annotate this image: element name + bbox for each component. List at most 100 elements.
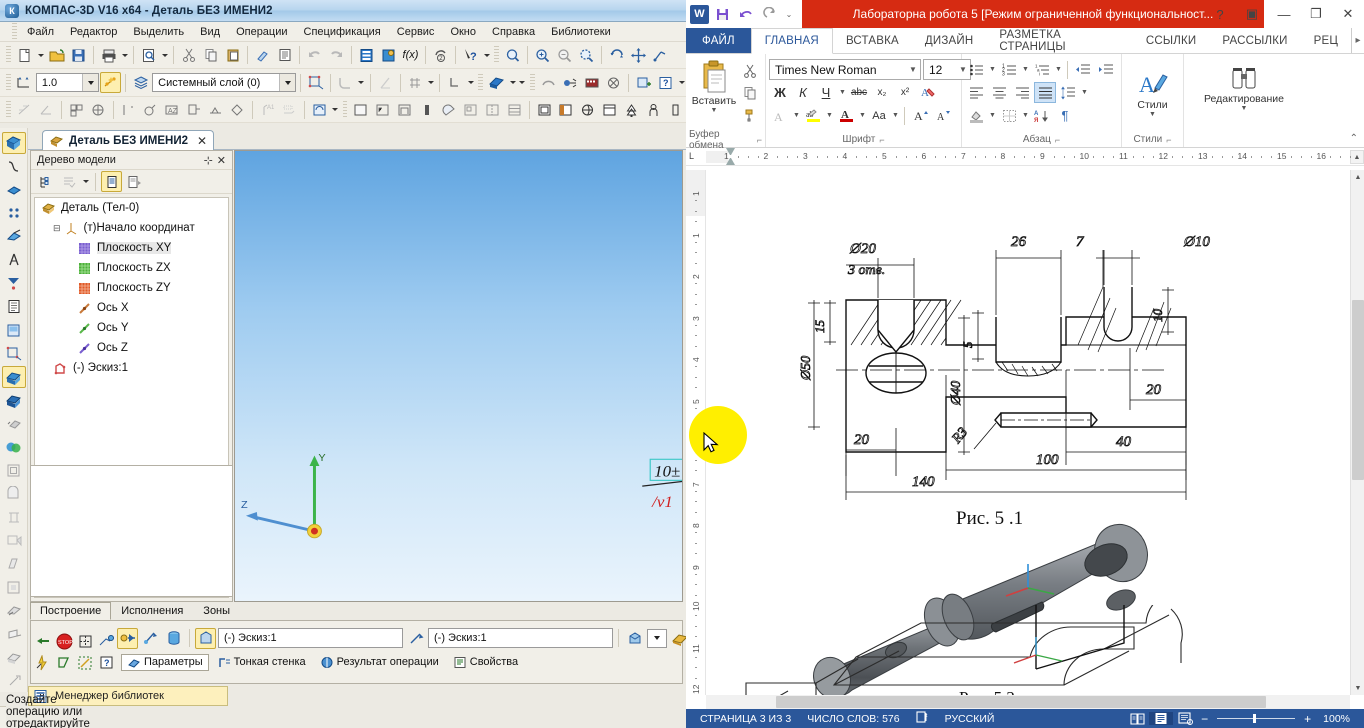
borders-dropdown[interactable]: ▼ — [1021, 105, 1030, 126]
minimize-button[interactable]: — — [1268, 0, 1300, 28]
font-dialog-launcher[interactable]: ⌐ — [879, 135, 884, 145]
zoom-in-button[interactable] — [532, 45, 553, 66]
editing-dropdown-arrow[interactable]: ▼ — [1241, 105, 1248, 112]
shading-dropdown[interactable]: ▼ — [988, 105, 997, 126]
scroll-up-arrow[interactable]: ▲ — [1351, 170, 1364, 184]
refresh-view-button[interactable] — [309, 99, 330, 120]
tree-item-part[interactable]: Деталь (Тел-0) — [35, 198, 228, 218]
paragraph-dialog-launcher[interactable]: ⌐ — [1055, 135, 1060, 145]
ribbon-display-options-button[interactable]: ▣ — [1236, 0, 1268, 28]
extrude-type-dropdown[interactable] — [647, 628, 667, 648]
tool-array-icon[interactable] — [2, 459, 26, 481]
grow-font-icon[interactable]: A — [909, 105, 931, 126]
line-spacing-icon[interactable] — [1057, 82, 1079, 103]
copy-button[interactable] — [200, 45, 221, 66]
paste-button[interactable]: Вставить ▼ — [689, 58, 739, 114]
highlight-dropdown[interactable]: ▼ — [825, 105, 834, 126]
increase-indent-icon[interactable] — [1095, 59, 1117, 80]
help-button[interactable]: ? — [96, 653, 116, 673]
tree-button[interactable] — [621, 99, 642, 120]
borders-icon[interactable] — [998, 105, 1020, 126]
sketch-field-2[interactable]: (-) Эскиз:1 — [428, 628, 613, 648]
tree-item-axis-z[interactable]: Ось Z — [35, 338, 228, 358]
print-button[interactable] — [98, 45, 119, 66]
scroll-up-button[interactable]: ▲ — [1350, 150, 1364, 164]
tool-boolean-icon[interactable] — [2, 436, 26, 458]
orientation-button[interactable] — [650, 45, 671, 66]
tool-draft-icon[interactable] — [2, 553, 26, 575]
tree-structure-button[interactable] — [35, 171, 56, 192]
status-language[interactable]: РУССКИЙ — [937, 713, 1003, 725]
tab-references[interactable]: ССЫЛКИ — [1133, 28, 1210, 53]
close-icon[interactable]: ✕ — [217, 154, 229, 167]
tool-macro-icon[interactable] — [2, 670, 26, 692]
sketch-select-button-1[interactable] — [195, 627, 216, 649]
text-effects-dropdown[interactable]: ▼ — [792, 105, 801, 126]
fillet-dropdown[interactable] — [357, 73, 366, 93]
redo-icon[interactable] — [759, 3, 781, 25]
chamfer-button[interactable] — [375, 72, 396, 93]
font-name-combo[interactable]: Times New Roman ▼ — [769, 59, 921, 80]
tree-item-axis-y[interactable]: Ось Y — [35, 318, 228, 338]
styles-dialog-launcher[interactable]: ⌐ — [1166, 135, 1171, 145]
local-view-button[interactable] — [438, 99, 459, 120]
tree-model-view-button[interactable] — [101, 171, 122, 192]
tree-filter-dropdown[interactable] — [81, 172, 90, 192]
tool-sheetmetal-icon[interactable] — [2, 623, 26, 645]
extrude-type-arrow[interactable] — [648, 630, 666, 647]
panel-tab-zones[interactable]: Зоны — [193, 602, 240, 620]
maximize-button[interactable]: ❐ — [1300, 0, 1332, 28]
base-button[interactable] — [279, 99, 300, 120]
format-painter-button[interactable] — [252, 45, 273, 66]
table-button[interactable] — [504, 99, 525, 120]
tool-report-icon[interactable] — [2, 646, 26, 668]
direction-forward-button[interactable] — [117, 627, 138, 649]
extrude-type-button[interactable] — [624, 628, 645, 649]
shading-icon[interactable] — [965, 105, 987, 126]
open-document-button[interactable] — [46, 45, 67, 66]
quick-select-button[interactable] — [33, 653, 53, 673]
tool-sweep-icon[interactable] — [2, 529, 26, 551]
save-icon[interactable] — [711, 3, 733, 25]
decrease-indent-icon[interactable] — [1072, 59, 1094, 80]
zoom-level[interactable]: 100% — [1315, 713, 1358, 725]
close-button[interactable]: ✕ — [1332, 0, 1364, 28]
redo-button[interactable] — [326, 45, 347, 66]
scale-combo-arrow[interactable] — [82, 74, 99, 91]
tab-stop-selector[interactable]: L — [689, 151, 694, 161]
variables-panel-button[interactable] — [356, 45, 377, 66]
clear-formatting-icon[interactable]: A — [917, 82, 939, 103]
edit-sketch-button[interactable] — [75, 653, 95, 673]
properties-button[interactable] — [274, 45, 295, 66]
rebuild-button[interactable]: 2 — [430, 45, 451, 66]
context-help-button[interactable]: ? — [460, 45, 481, 66]
section-button[interactable] — [604, 72, 625, 93]
menu-item-specification[interactable]: Спецификация — [296, 25, 389, 39]
tree-filter-button[interactable] — [58, 171, 79, 192]
new-document-button[interactable] — [14, 45, 35, 66]
text-effects-icon[interactable]: A — [769, 105, 791, 126]
undo-icon[interactable] — [735, 3, 757, 25]
tool-auxiliary-geometry-icon[interactable] — [2, 226, 26, 248]
print-layout-icon[interactable] — [1149, 712, 1174, 725]
tree-item-plane-xy[interactable]: Плоскость XY — [35, 238, 228, 258]
menu-item-select[interactable]: Выделить — [125, 25, 192, 39]
shaded-view-dropdown[interactable] — [508, 73, 517, 93]
tree-item-sketch[interactable]: (-) Эскиз:1 — [35, 358, 228, 378]
properties-manager-button[interactable] — [378, 45, 399, 66]
italic-button[interactable]: К — [792, 82, 814, 103]
pan-button[interactable] — [628, 45, 649, 66]
panel-tab-executions[interactable]: Исполнения — [111, 602, 193, 620]
tab-page-layout[interactable]: РАЗМЕТКА СТРАНИЦЫ — [986, 28, 1133, 53]
extrude-depth-button[interactable] — [669, 628, 686, 649]
shaded-view-button[interactable] — [486, 72, 507, 93]
new-window-button[interactable] — [633, 72, 654, 93]
globe-button[interactable] — [577, 99, 598, 120]
scroll-down-arrow[interactable]: ▼ — [1351, 681, 1364, 695]
view-toolbar-overflow[interactable] — [466, 73, 475, 93]
undo-button[interactable] — [304, 45, 325, 66]
direction-vector-button[interactable] — [405, 628, 426, 649]
render-overflow[interactable] — [677, 73, 686, 93]
underline-button[interactable]: Ч — [815, 82, 837, 103]
layer-manager-button[interactable] — [305, 72, 326, 93]
